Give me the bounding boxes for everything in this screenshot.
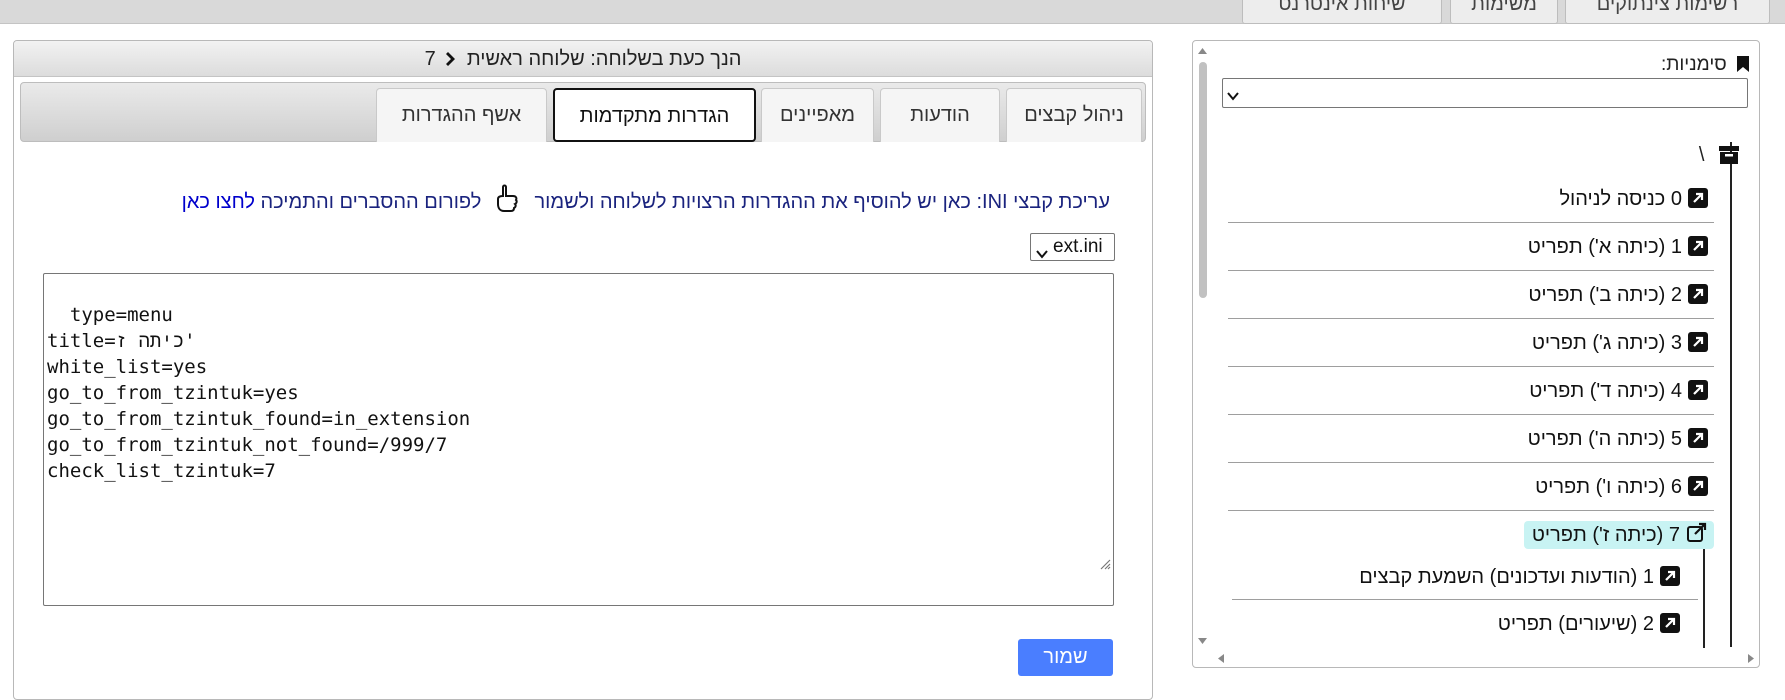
external-link-square-icon (1688, 476, 1708, 504)
tree-item[interactable]: 4 (כיתה ד') תפריט (1228, 367, 1714, 415)
tree-item-label: (כיתה ה') תפריט (1527, 428, 1666, 450)
external-link-square-icon (1688, 188, 1708, 216)
tree-item-number: 3 (1670, 332, 1682, 354)
tab-bar: ניהול קבצים הודעות מאפיינים הגדרות מתקדמ… (20, 82, 1146, 142)
tab-file-management[interactable]: ניהול קבצים (1006, 88, 1142, 142)
bookmarks-select[interactable] (1222, 78, 1748, 108)
vertical-scroll-thumb[interactable] (1199, 62, 1207, 298)
archive-icon (1718, 144, 1740, 174)
tree-item-number: 5 (1670, 428, 1682, 450)
tree-root-label: \ (1698, 144, 1705, 166)
ini-file-select-value: ext.ini (1053, 236, 1103, 257)
save-button[interactable]: שמור (1018, 639, 1113, 676)
tree-item-label: (כיתה ד') תפריט (1529, 380, 1666, 402)
tree-horizontal-scrollbar[interactable] (1214, 651, 1758, 666)
breadcrumb-current: 7 (424, 48, 436, 70)
tree-item-label: כניסה לניהול (1559, 188, 1666, 210)
external-link-square-icon (1688, 284, 1708, 312)
ini-help-forum-text: לפורום ההסברים והתמיכה (260, 190, 482, 213)
breadcrumb-root[interactable]: שלוחה ראשית (467, 48, 585, 70)
tree-item[interactable]: 3 (כיתה ג') תפריט (1228, 319, 1714, 367)
tree-item[interactable]: 1 (כיתה א') תפריט (1228, 223, 1714, 271)
resize-grip-icon[interactable] (1054, 525, 1111, 603)
tree-item-number: 1 (1670, 236, 1682, 258)
tab-messages[interactable]: הודעות (880, 88, 1000, 142)
external-link-square-icon (1688, 332, 1708, 360)
tree-root[interactable]: \ (1660, 140, 1740, 170)
tree-sub-item-label: (הודעות ועדכונים) השמעת קבצים (1359, 566, 1638, 588)
tree-item-selected[interactable]: 7 (כיתה ז') תפריט (1228, 511, 1714, 559)
ini-file-select[interactable]: ext.ini (1030, 233, 1115, 261)
tree-item-number: 0 (1670, 188, 1682, 210)
tree-sub-item-number: 1 (1642, 566, 1654, 588)
bookmarks-label-text: סימניות: (1660, 54, 1727, 75)
tree-item[interactable]: 2 (כיתה ב') תפריט (1228, 271, 1714, 319)
ini-help-text: עריכת קבצי INI: כאן יש להוסיף את ההגדרות… (534, 190, 1110, 213)
tree-sub-item[interactable]: 1 (הודעות ועדכונים) השמעת קבצים (1232, 555, 1698, 600)
ini-editor-textarea[interactable]: type=menu title=כיתה ז' white_list=yes g… (43, 273, 1114, 606)
tree-item[interactable]: 5 (כיתה ה') תפריט (1228, 415, 1714, 463)
tree-guide-line (1730, 142, 1732, 647)
ini-editor-content: type=menu title=כיתה ז' white_list=yes g… (47, 304, 471, 482)
tree-item-label: (כיתה א') תפריט (1527, 236, 1666, 258)
support-forum-link[interactable]: לחצו כאן (182, 191, 255, 213)
external-link-icon (1686, 522, 1708, 552)
tree-item-number: 7 (1668, 524, 1680, 546)
pointing-hand-icon (495, 183, 521, 222)
bookmarks-label: סימניות: (1620, 52, 1750, 78)
external-link-square-icon (1688, 236, 1708, 264)
tree-item-label: (כיתה ז') תפריט (1531, 524, 1664, 546)
tree-item-number: 4 (1670, 380, 1682, 402)
tree-item-number: 2 (1670, 284, 1682, 306)
ini-help-line: עריכת קבצי INI: כאן יש להוסיף את ההגדרות… (130, 183, 1110, 213)
tab-properties[interactable]: מאפיינים (761, 88, 874, 142)
external-link-square-icon (1660, 566, 1680, 594)
tab-advanced-settings[interactable]: הגדרות מתקדמות (553, 88, 756, 142)
current-extension-breadcrumb: הנך כעת בשלוחה: שלוחה ראשית 7 (14, 41, 1152, 77)
tree-sub-item-label: (שיעורים) תפריט (1497, 613, 1638, 635)
tree-item-label: (כיתה ב') תפריט (1528, 284, 1666, 306)
tree-item[interactable]: 0 כניסה לניהול (1228, 175, 1714, 223)
external-link-square-icon (1688, 428, 1708, 456)
external-link-square-icon (1660, 613, 1680, 641)
tree-item[interactable]: 6 (כיתה ו') תפריט (1228, 463, 1714, 511)
chevron-right-icon (445, 43, 457, 79)
top-tab-tasks[interactable]: משימות (1450, 0, 1558, 24)
top-tab-tzintuk-lists[interactable]: רשימות צינתוקים (1565, 0, 1770, 24)
tree-item-number: 6 (1670, 476, 1682, 498)
breadcrumb-prefix: הנך כעת בשלוחה: (590, 48, 742, 70)
chevron-down-icon (1227, 88, 1239, 106)
top-tab-internet-calls[interactable]: שיחות אינטרנט (1242, 0, 1442, 24)
tree-item-label: (כיתה ג') תפריט (1531, 332, 1666, 354)
chevron-down-icon (1036, 241, 1048, 267)
tab-settings-wizard[interactable]: אשף ההגדרות (376, 88, 547, 142)
tree-sub-item[interactable]: 2 (שיעורים) תפריט (1232, 602, 1698, 647)
tree-sub-item-number: 2 (1642, 613, 1654, 635)
tree-item-label: (כיתה ו') תפריט (1535, 476, 1666, 498)
external-link-square-icon (1688, 380, 1708, 408)
